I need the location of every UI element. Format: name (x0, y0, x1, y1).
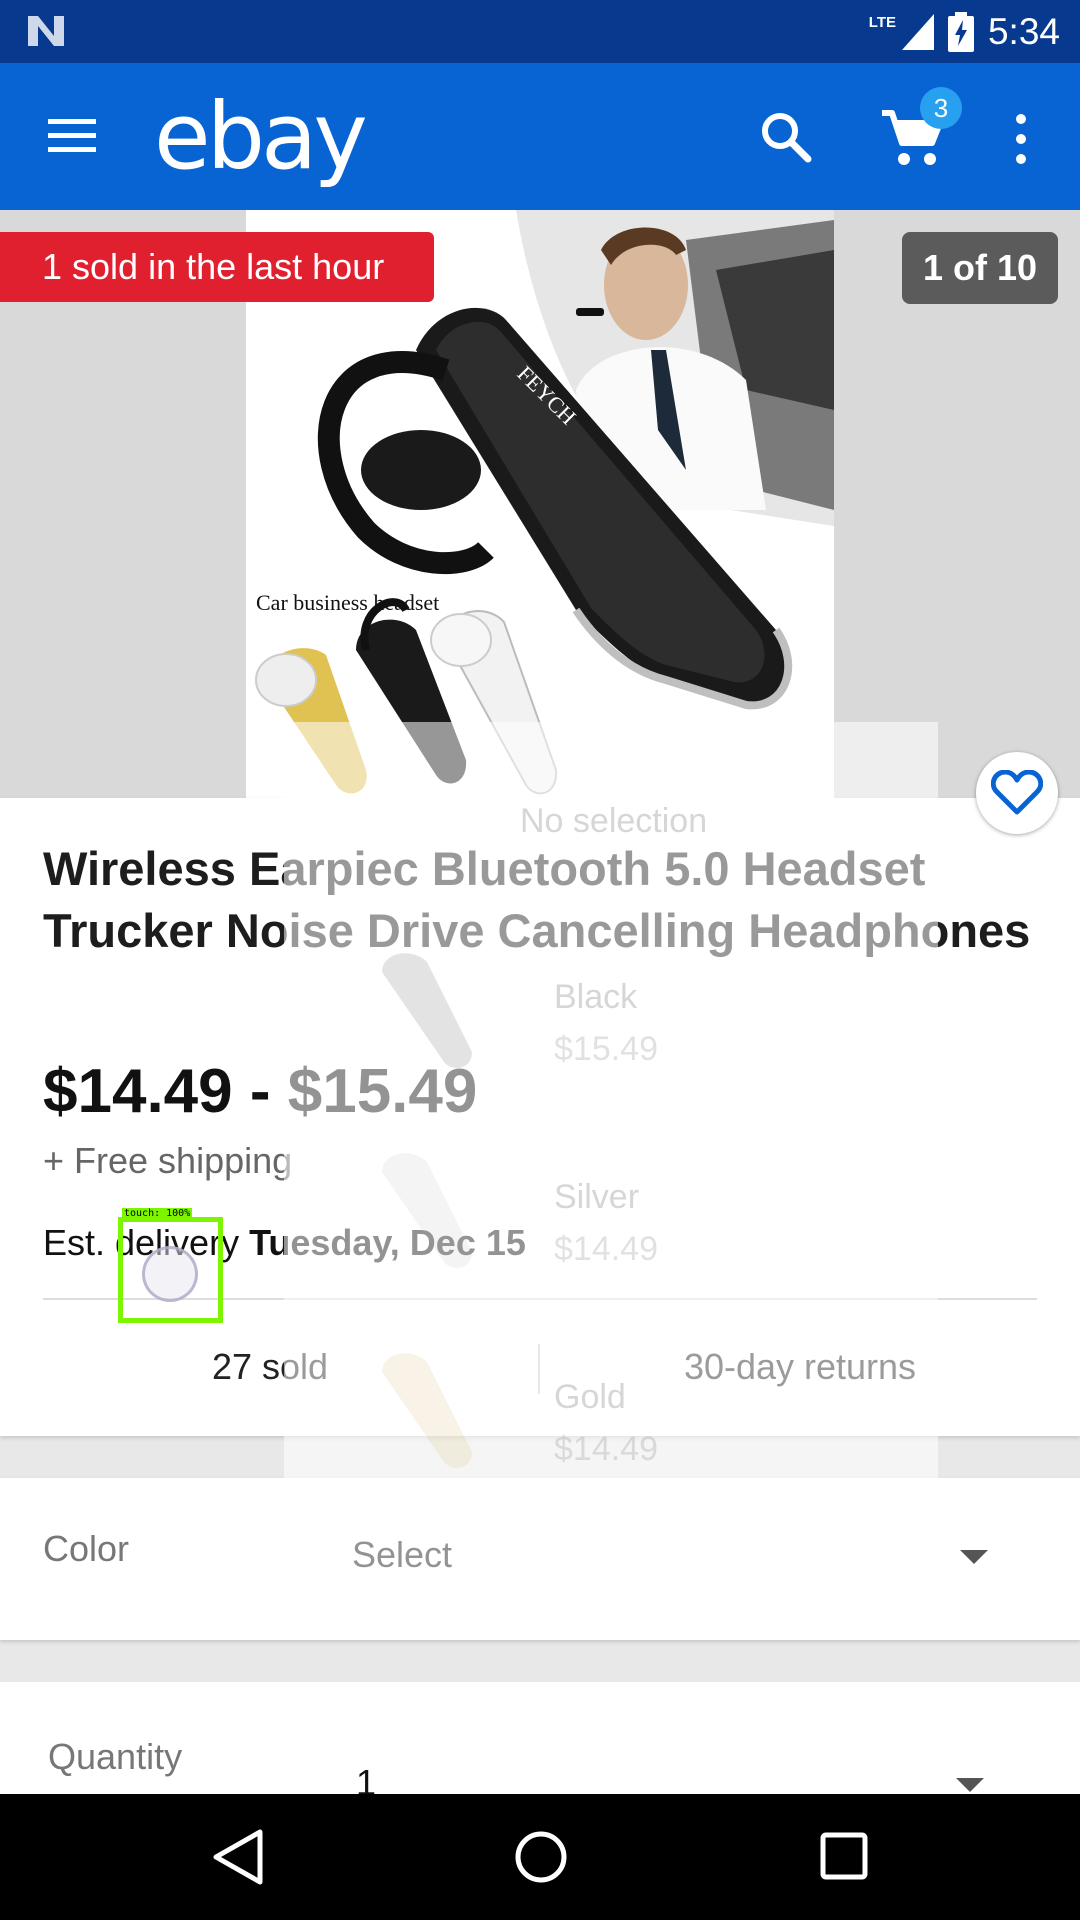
image-caption: Car business headset (256, 590, 439, 615)
variation-name[interactable]: Gold (554, 1378, 626, 1417)
color-dropdown-value[interactable]: Select (352, 1534, 452, 1576)
variation-thumbnail-silver (382, 1153, 472, 1268)
product-details-card: Wireless Earpiec Bluetooth 5.0 Headset T… (0, 798, 1080, 1436)
heart-icon (991, 770, 1043, 815)
variation-price: $14.49 (554, 1430, 658, 1468)
quantity-label: Quantity (48, 1736, 183, 1777)
ebay-logo[interactable]: ebay (154, 91, 368, 183)
back-icon[interactable] (210, 1828, 266, 1886)
product-title: Wireless Earpiec Bluetooth 5.0 Headset T… (43, 842, 1031, 957)
touch-indicator-label: touch: 100% (122, 1208, 193, 1219)
product-image-gallery[interactable]: FEYCH Car business headset 1 sold in the… (0, 210, 1080, 798)
touch-ripple (142, 1246, 198, 1302)
cart-count-badge: 3 (920, 87, 962, 129)
sold-recently-banner: 1 sold in the last hour (0, 232, 434, 302)
variation-no-selection[interactable]: No selection (520, 802, 707, 841)
network-type: LTE (868, 13, 896, 31)
app-bar: ebay 3 (0, 63, 1080, 210)
variation-thumbnail-black (382, 953, 472, 1068)
variation-name[interactable]: Silver (554, 1178, 639, 1217)
signal-icon (901, 14, 934, 50)
watch-button[interactable] (976, 752, 1058, 834)
chevron-down-icon[interactable] (956, 1778, 984, 1792)
menu-icon[interactable] (46, 115, 98, 155)
system-navigation-bar (0, 1794, 1080, 1920)
recent-apps-icon[interactable] (820, 1832, 868, 1880)
chevron-down-icon[interactable] (960, 1550, 988, 1564)
gold-variant-thumbnail (255, 648, 367, 794)
search-icon[interactable] (758, 109, 814, 165)
quantity-selector[interactable]: Quantity 1 (0, 1682, 1080, 1802)
clock: 5:34 (987, 11, 1060, 52)
variation-price: $15.49 (554, 1030, 658, 1068)
variation-thumbnail-gold (382, 1353, 472, 1468)
color-selector[interactable]: Color Select (0, 1478, 1080, 1640)
status-bar: LTE 5:34 (0, 0, 1080, 63)
more-vert-icon[interactable] (1006, 111, 1036, 167)
home-icon[interactable] (514, 1830, 568, 1884)
n-notification-icon (28, 16, 64, 46)
image-counter: 1 of 10 (902, 232, 1058, 304)
variation-price: $14.49 (554, 1230, 658, 1268)
variation-name[interactable]: Black (554, 978, 637, 1017)
color-label: Color (43, 1528, 130, 1569)
shipping-info: + Free shipping (43, 1140, 293, 1181)
battery-charging-icon (947, 12, 974, 52)
